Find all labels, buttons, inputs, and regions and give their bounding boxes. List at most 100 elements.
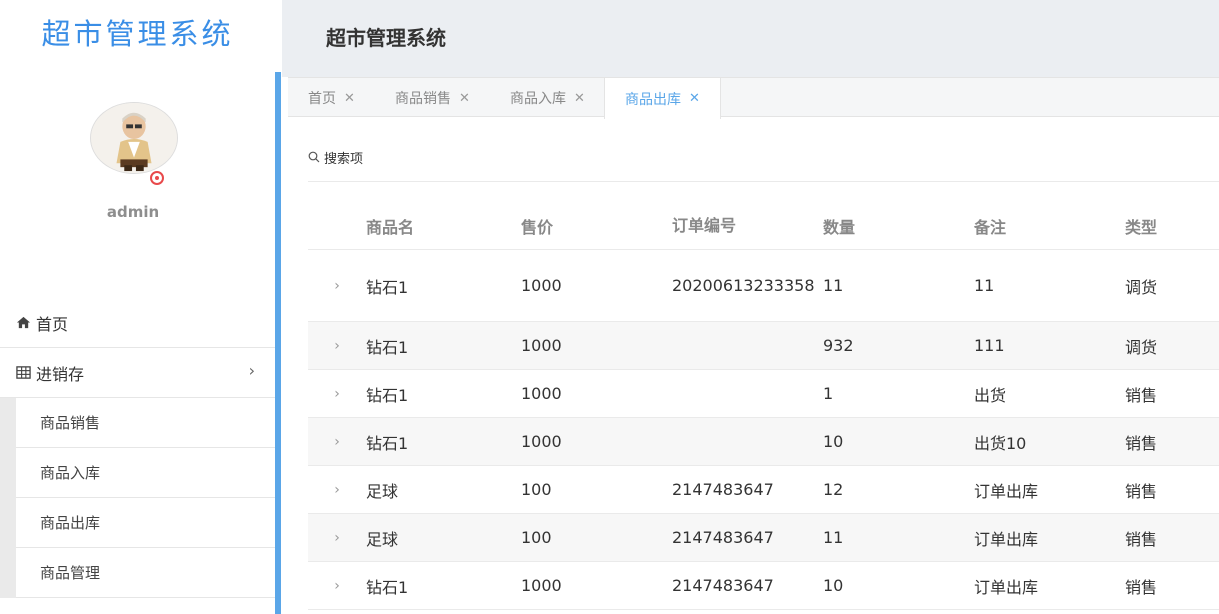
- username: admin: [106, 203, 160, 221]
- cell-note: 订单出库: [974, 577, 1039, 597]
- cell-order-no: 2147483647: [672, 575, 774, 595]
- close-icon[interactable]: ✕: [459, 91, 470, 106]
- expand-chevron-icon[interactable]: ›: [308, 338, 366, 354]
- column-header[interactable]: 数量: [823, 214, 974, 238]
- table-row[interactable]: › 钻石1 1000 10 出货10 销售: [308, 418, 1219, 466]
- cell-order-no: 20200613233358: [672, 275, 815, 295]
- avatar[interactable]: [90, 102, 178, 174]
- close-icon[interactable]: ✕: [689, 91, 700, 106]
- column-header[interactable]: 售价: [521, 214, 672, 238]
- app-logo: 超市管理系统: [41, 17, 234, 51]
- sidebar-accent-bar: [275, 72, 281, 614]
- tab-bar: 首页 ✕ 商品销售 ✕ 商品入库 ✕ 商品出库 ✕: [288, 77, 1219, 119]
- sidebar-item-home[interactable]: 首页: [0, 298, 275, 348]
- cell-price: 1000: [521, 384, 562, 403]
- cell-product: 足球: [366, 481, 399, 501]
- tab-label: 首页: [308, 91, 336, 107]
- sidebar-item-product-management[interactable]: 商品管理: [16, 548, 275, 598]
- tab-sales[interactable]: 商品销售 ✕: [395, 78, 470, 118]
- divider: [308, 181, 1219, 182]
- cell-price: 1000: [521, 432, 562, 451]
- table-row[interactable]: › 钻石1 1000 2147483647 10 订单出库 销售: [308, 562, 1219, 610]
- cell-product: 钻石1: [366, 337, 409, 357]
- expand-chevron-icon[interactable]: ›: [308, 578, 366, 594]
- search-label: 搜索项: [324, 151, 364, 167]
- main-content: 首页 ✕ 商品销售 ✕ 商品入库 ✕ 商品出库 ✕ 搜索项 商品名 售价 订单编…: [288, 77, 1219, 614]
- cell-note: 订单出库: [974, 529, 1039, 549]
- tab-stock-in[interactable]: 商品入库 ✕: [510, 78, 585, 118]
- expand-chevron-icon[interactable]: ›: [308, 530, 366, 546]
- sidebar-item-label: 首页: [36, 314, 69, 334]
- cell-quantity: 11: [823, 276, 844, 295]
- cell-type: 销售: [1125, 385, 1158, 405]
- avatar-image: [91, 103, 177, 173]
- cell-note: 订单出库: [974, 481, 1039, 501]
- sidebar: 超市管理系统 admin 首页 进销存 › 商品销售 商品入库 商品出库 商品管…: [0, 0, 282, 614]
- cell-quantity: 12: [823, 480, 844, 499]
- top-header: 超市管理系统: [282, 0, 1219, 77]
- cell-quantity: 10: [823, 576, 844, 595]
- cell-note: 111: [974, 336, 1005, 355]
- cell-note: 出货10: [974, 433, 1027, 453]
- tab-label: 商品出库: [625, 91, 681, 108]
- cell-quantity: 10: [823, 432, 844, 451]
- column-header[interactable]: 订单编号: [672, 216, 823, 236]
- cell-note: 11: [974, 276, 995, 295]
- cell-product: 钻石1: [366, 577, 409, 597]
- sidebar-item-stock-in[interactable]: 商品入库: [16, 448, 275, 498]
- cell-product: 足球: [366, 529, 399, 549]
- sidebar-item-label: 进销存: [36, 364, 85, 384]
- sidebar-nav: 首页 进销存 › 商品销售 商品入库 商品出库 商品管理: [0, 298, 275, 598]
- cell-product: 钻石1: [366, 385, 409, 405]
- cell-price: 1000: [521, 336, 562, 355]
- chevron-right-icon: ›: [248, 361, 255, 380]
- cell-quantity: 1: [823, 384, 834, 403]
- tab-stock-out[interactable]: 商品出库 ✕: [604, 78, 721, 119]
- tab-home[interactable]: 首页 ✕: [308, 78, 355, 118]
- sidebar-item-stock-out[interactable]: 商品出库: [16, 498, 275, 548]
- cell-type: 销售: [1125, 577, 1158, 597]
- table-row[interactable]: › 钻石1 1000 20200613233358 11 11 调货: [308, 250, 1219, 322]
- table-row[interactable]: › 足球 100 2147483647 12 订单出库 销售: [308, 466, 1219, 514]
- cell-product: 钻石1: [366, 277, 409, 297]
- cell-price: 1000: [521, 276, 562, 295]
- cell-note: 出货: [974, 385, 1007, 405]
- cell-order-no: 2147483647: [672, 527, 774, 547]
- cell-type: 销售: [1125, 433, 1158, 453]
- close-icon[interactable]: ✕: [574, 91, 585, 106]
- cell-product: 钻石1: [366, 433, 409, 453]
- expand-chevron-icon[interactable]: ›: [308, 434, 366, 450]
- cell-type: 销售: [1125, 481, 1158, 501]
- table-row[interactable]: › 钻石1 1000 932 111 调货: [308, 322, 1219, 370]
- column-header[interactable]: 备注: [974, 214, 1125, 238]
- online-status-icon: [150, 171, 164, 185]
- cell-price: 1000: [521, 576, 562, 595]
- search-toggle[interactable]: 搜索项: [308, 147, 363, 167]
- expand-chevron-icon[interactable]: ›: [308, 278, 366, 294]
- table-row[interactable]: › 钻石1 1000 1 出货 销售: [308, 370, 1219, 418]
- column-header[interactable]: 类型: [1125, 214, 1219, 238]
- sidebar-subnav: 商品销售 商品入库 商品出库 商品管理: [0, 398, 275, 598]
- table-header: 商品名 售价 订单编号 数量 备注 类型: [308, 202, 1219, 250]
- column-header[interactable]: 商品名: [366, 214, 521, 238]
- expand-chevron-icon[interactable]: ›: [308, 482, 366, 498]
- sidebar-item-sales[interactable]: 商品销售: [16, 398, 275, 448]
- tab-label: 商品入库: [510, 91, 566, 107]
- cell-type: 销售: [1125, 529, 1158, 549]
- cell-order-no: 2147483647: [672, 479, 774, 499]
- table-icon: [16, 366, 31, 379]
- home-icon: [16, 316, 31, 329]
- table-row[interactable]: › 足球 100 2147483647 11 订单出库 销售: [308, 514, 1219, 562]
- cell-price: 100: [521, 480, 552, 499]
- cell-quantity: 932: [823, 336, 854, 355]
- page-title: 超市管理系统: [326, 26, 446, 50]
- cell-type: 调货: [1125, 277, 1158, 297]
- sidebar-item-inventory[interactable]: 进销存 ›: [0, 348, 275, 398]
- expand-chevron-icon[interactable]: ›: [308, 386, 366, 402]
- close-icon[interactable]: ✕: [344, 91, 355, 106]
- cell-price: 100: [521, 528, 552, 547]
- search-icon: [308, 151, 320, 163]
- tab-label: 商品销售: [395, 91, 451, 107]
- cell-type: 调货: [1125, 337, 1158, 357]
- stock-out-table: 商品名 售价 订单编号 数量 备注 类型 › 钻石1 1000 20200613…: [308, 202, 1219, 610]
